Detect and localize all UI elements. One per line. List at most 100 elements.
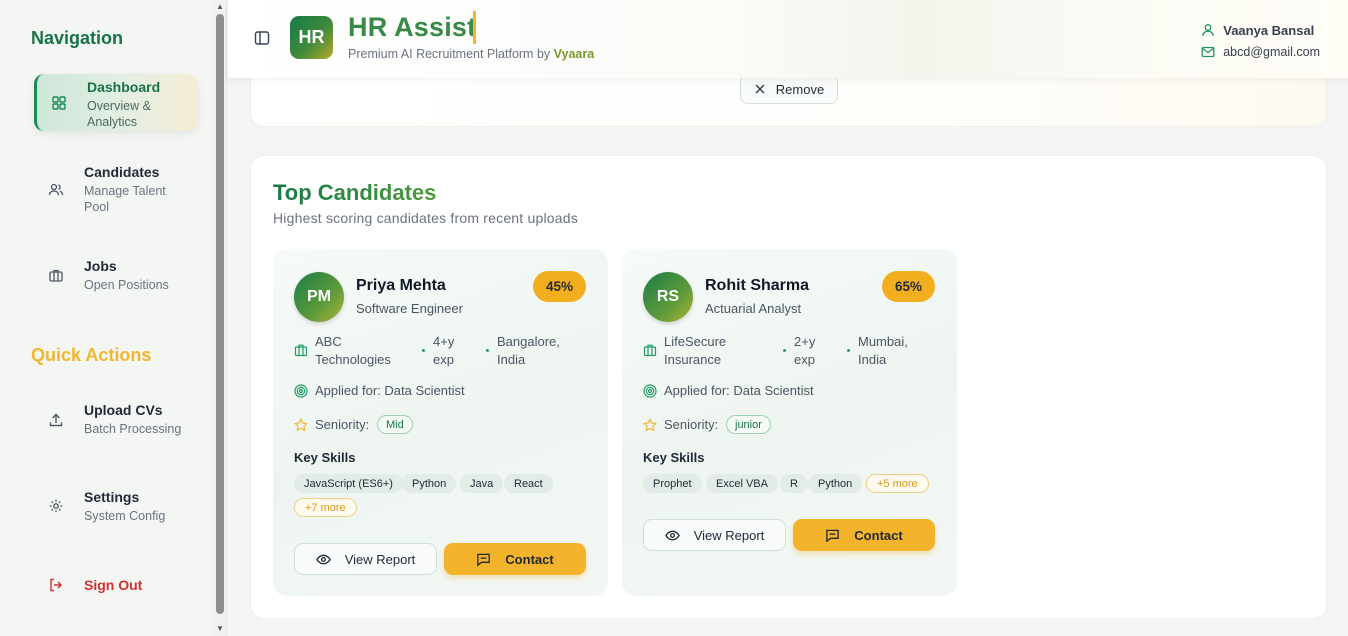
scrollbar-thumb[interactable] [216,14,224,614]
skill-chip: Python [402,474,457,493]
skill-chip: JavaScript (ES6+) [294,474,403,493]
sidebar-item-label: Candidates [84,164,160,180]
skills-title: Key Skills [294,450,356,465]
scroll-up-arrow-icon[interactable]: ▲ [215,2,225,11]
app-logo: HR [290,16,333,59]
view-report-label: View Report [693,527,765,543]
experience: 2+y exp [794,334,816,367]
location: Bangalore, India [497,334,560,367]
candidate-role: Actuarial Analyst [705,301,802,316]
sidebar-item-label: Dashboard [87,79,161,95]
sidebar-item-label: Jobs [84,258,117,274]
contact-button[interactable]: Contact [444,543,586,575]
avatar: RS [643,272,693,322]
view-report-label: View Report [344,551,416,567]
remove-button[interactable]: Remove [740,74,838,104]
scroll-down-arrow-icon[interactable]: ▼ [215,624,225,633]
brand-name: Vyaara [553,47,595,61]
sidebar-item-dashboard[interactable]: Dashboard Overview & Analytics [34,74,198,131]
sidebar-toggle-icon[interactable] [254,30,270,46]
skill-chip: R [780,474,808,493]
subtitle-text: Premium AI Recruitment Platform by [348,47,551,61]
separator-dot [422,349,425,352]
company: ABC Technologies [315,334,391,367]
grid-icon [51,95,67,111]
seniority-label: Seniority: [315,417,370,432]
avatar: PM [294,272,344,322]
quick-actions-heading: Quick Actions [31,345,152,365]
message-icon [825,528,840,543]
separator-dot [486,349,489,352]
more-skills-chip[interactable]: +7 more [294,498,357,517]
skill-chip: Excel VBA [706,474,778,493]
applied-for: Applied for: Data Scientist [315,383,465,398]
separator-dot [847,349,850,352]
contact-label: Contact [854,527,903,543]
candidate-card: RS Rohit Sharma Actuarial Analyst 65% Li… [622,249,957,596]
eye-icon [664,528,680,543]
sidebar-item-settings[interactable]: Settings System Config [34,488,198,528]
user-icon [1201,23,1215,37]
app-subtitle: Premium AI Recruitment Platform by Vyaar… [348,47,594,61]
contact-button[interactable]: Contact [793,519,935,551]
top-candidates-panel: Top Candidates Highest scoring candidate… [250,155,1327,619]
target-icon [294,384,308,398]
mail-icon [1201,45,1215,59]
skills-title: Key Skills [643,450,705,465]
app-title: HR Assist [348,12,477,42]
company: LifeSecure Insurance [664,334,727,367]
sign-out-button[interactable]: Sign Out [34,576,198,598]
user-info: Vaanya Bansal abcd@gmail.com [1201,19,1320,63]
user-name: Vaanya Bansal [1223,22,1315,38]
navigation-heading: Navigation [31,28,124,48]
panel-title: Top Candidates [273,180,437,205]
star-icon [643,418,657,432]
sidebar: Navigation Dashboard Overview & Analytic… [0,0,213,636]
message-icon [476,552,491,567]
candidate-name: Priya Mehta [356,277,446,294]
sidebar-item-upload-cvs[interactable]: Upload CVs Batch Processing [34,401,198,441]
sidebar-item-sub: Manage Talent Pool [84,184,166,214]
users-icon [48,182,64,198]
sign-out-label: Sign Out [84,577,143,593]
logout-icon [48,577,64,593]
sidebar-item-sub: System Config [84,509,166,523]
user-email: abcd@gmail.com [1223,45,1320,59]
panel-subtitle: Highest scoring candidates from recent u… [273,210,578,226]
skill-chip: React [504,474,553,493]
building-icon [643,343,657,357]
skill-chip: Java [460,474,504,493]
sidebar-item-sub: Open Positions [84,278,169,292]
eye-icon [315,552,331,567]
sidebar-item-candidates[interactable]: Candidates Manage Talent Pool [34,163,198,217]
sidebar-item-jobs[interactable]: Jobs Open Positions [34,257,198,297]
experience: 4+y exp [433,334,455,367]
view-report-button[interactable]: View Report [294,543,437,575]
candidate-card: PM Priya Mehta Software Engineer 45% ABC… [273,249,608,596]
location: Mumbai, India [858,334,908,367]
score-badge: 45% [533,271,586,302]
top-header: HR HR Assist Premium AI Recruitment Plat… [228,0,1348,78]
star-icon [294,418,308,432]
score-badge: 65% [882,271,935,302]
building-icon [294,343,308,357]
candidate-role: Software Engineer [356,301,463,316]
more-skills-chip[interactable]: +5 more [866,474,929,493]
separator-dot [783,349,786,352]
target-icon [643,384,657,398]
candidate-name: Rohit Sharma [705,277,810,294]
view-report-button[interactable]: View Report [643,519,786,551]
sidebar-item-sub: Batch Processing [84,422,182,436]
contact-label: Contact [505,551,554,567]
skill-chip: Prophet [643,474,702,493]
sidebar-item-sub: Overview & Analytics [87,99,151,129]
gear-icon [48,498,64,514]
skill-chip: Python [808,474,863,493]
briefcase-icon [48,267,64,283]
seniority-label: Seniority: [664,417,719,432]
close-icon [754,83,766,95]
upload-icon [48,412,64,428]
remove-label: Remove [775,81,825,97]
sidebar-item-label: Upload CVs [84,402,163,418]
seniority-badge: Mid [377,415,413,434]
